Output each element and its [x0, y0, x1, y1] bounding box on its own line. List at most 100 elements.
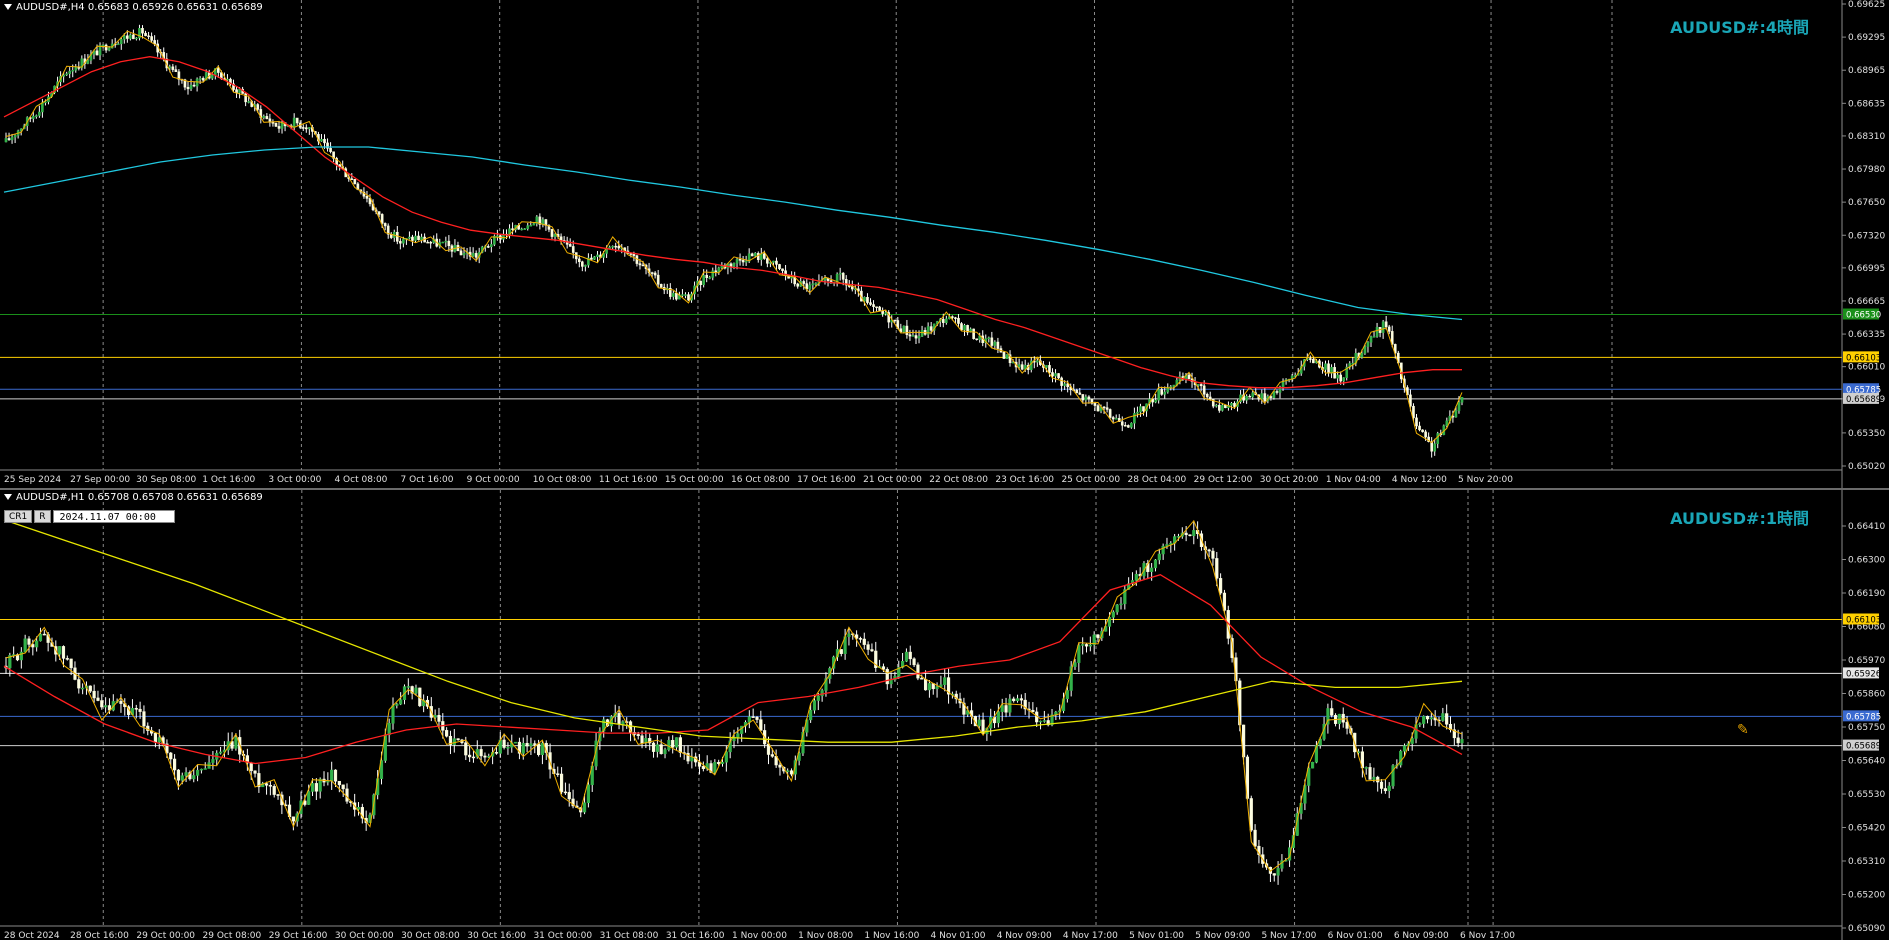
bull-candle: [308, 127, 311, 130]
bear-candle: [581, 261, 584, 267]
bear-candle: [653, 272, 657, 276]
bear-candle: [923, 679, 928, 691]
bear-candle: [1188, 534, 1192, 537]
y-tick-label: 0.69295: [1848, 33, 1885, 43]
bear-candle: [474, 253, 478, 258]
h1-pane-header: AUDUSD#,H1 0.65708 0.65708 0.65631 0.656…: [4, 492, 263, 503]
bear-candle: [858, 638, 863, 640]
bull-candle: [1150, 567, 1154, 572]
bull-candle: [611, 245, 614, 248]
bear-candle: [841, 272, 845, 280]
bear-candle: [323, 138, 326, 144]
bull-candle: [1418, 723, 1422, 725]
h1-chart-canvas[interactable]: 28 Oct 2024 28 Oct 16:00 29 Oct 00:00 29 Oc…: [0, 490, 1889, 940]
r-button[interactable]: R: [34, 510, 51, 523]
x-tick-label: 29 Oct 00:00: [136, 931, 195, 940]
bear-candle: [869, 302, 872, 305]
bull-candle: [1084, 396, 1088, 401]
bear-candle: [641, 264, 645, 267]
bull-candle: [736, 733, 740, 738]
bear-candle: [176, 769, 181, 781]
bull-candle: [168, 66, 172, 69]
bull-candle: [935, 686, 939, 690]
x-tick-label: 16 Oct 08:00: [731, 475, 790, 485]
x-tick-label: 4 Nov 09:00: [997, 931, 1052, 940]
bear-candle: [268, 785, 272, 787]
bear-candle: [802, 281, 806, 284]
bear-candle: [636, 734, 640, 736]
bear-candle: [577, 258, 581, 263]
h4-chart-canvas[interactable]: 25 Sep 2024 27 Sep 00:00 30 Sep 08:00 1 Oct…: [0, 0, 1889, 488]
x-tick-label: 27 Sep 00:00: [70, 475, 130, 485]
bull-candle: [1073, 662, 1077, 667]
bull-candle: [1342, 377, 1346, 382]
bull-candle: [1381, 321, 1385, 333]
bear-candle: [671, 740, 675, 748]
y-tick-label: 0.69625: [1848, 0, 1885, 10]
bear-candle: [377, 211, 381, 215]
bull-candle: [1221, 404, 1224, 411]
bull-candle: [747, 716, 751, 723]
bear-candle: [1184, 532, 1188, 536]
bear-candle: [264, 783, 269, 786]
bear-candle: [638, 263, 642, 266]
h1-chart-pane[interactable]: 28 Oct 2024 28 Oct 16:00 29 Oct 00:00 29 Oc…: [0, 490, 1889, 940]
bear-candle: [1160, 389, 1164, 395]
bear-candle: [617, 713, 621, 725]
bull-candle: [414, 235, 417, 241]
bull-candle: [1372, 336, 1376, 338]
bull-candle: [1115, 604, 1119, 613]
bull-candle: [129, 34, 132, 39]
x-tick-label: 1 Oct 16:00: [202, 475, 255, 485]
date-input[interactable]: 2024.11.07 00:00: [52, 510, 175, 523]
cr1-button[interactable]: CR1: [4, 510, 33, 523]
bull-candle: [402, 238, 405, 244]
bull-candle: [10, 136, 14, 141]
bear-candle: [1218, 404, 1221, 411]
collapse-triangle-icon[interactable]: [4, 494, 12, 500]
bull-candle: [977, 719, 981, 727]
bear-candle: [244, 93, 247, 103]
bear-candle: [217, 68, 220, 73]
bear-candle: [171, 66, 175, 70]
bull-candle: [1139, 406, 1142, 413]
bull-candle: [847, 633, 851, 637]
h4-chart-pane[interactable]: 25 Sep 2024 27 Sep 00:00 30 Sep 08:00 1 Oct…: [0, 0, 1889, 488]
bull-candle: [41, 102, 44, 113]
bear-candle: [1215, 558, 1219, 579]
bull-candle: [1310, 761, 1315, 769]
bull-candle: [13, 135, 17, 138]
bull-candle: [234, 737, 238, 749]
bear-candle: [271, 122, 275, 124]
bull-candle: [702, 274, 705, 286]
bull-candle: [238, 88, 241, 93]
x-tick-label: 4 Nov 17:00: [1063, 931, 1118, 940]
bull-candle: [672, 292, 675, 297]
level-label: 0.66103: [1846, 353, 1881, 363]
bull-candle: [520, 228, 523, 231]
bear-candle: [750, 253, 754, 257]
bull-candle: [104, 705, 108, 708]
bull-candle: [119, 39, 123, 45]
bull-candle: [717, 267, 721, 273]
bear-candle: [126, 35, 129, 39]
bear-candle: [1207, 549, 1211, 552]
bull-candle: [38, 111, 41, 116]
bull-candle: [884, 312, 887, 314]
x-tick-label: 30 Sep 08:00: [136, 475, 196, 485]
bear-candle: [881, 666, 886, 670]
bear-candle: [471, 756, 476, 759]
bear-candle: [77, 679, 81, 689]
collapse-triangle-icon[interactable]: [4, 4, 12, 10]
bull-candle: [943, 677, 947, 685]
bull-candle: [1445, 420, 1449, 427]
bull-candle: [927, 683, 932, 691]
bull-candle: [23, 638, 27, 653]
bear-candle: [1031, 709, 1035, 713]
bear-candle: [1248, 395, 1251, 398]
bull-candle: [310, 783, 315, 792]
bear-candle: [1205, 394, 1209, 398]
bear-candle: [1219, 578, 1223, 594]
y-tick-label: 0.68635: [1848, 99, 1885, 109]
bear-candle: [941, 319, 945, 323]
